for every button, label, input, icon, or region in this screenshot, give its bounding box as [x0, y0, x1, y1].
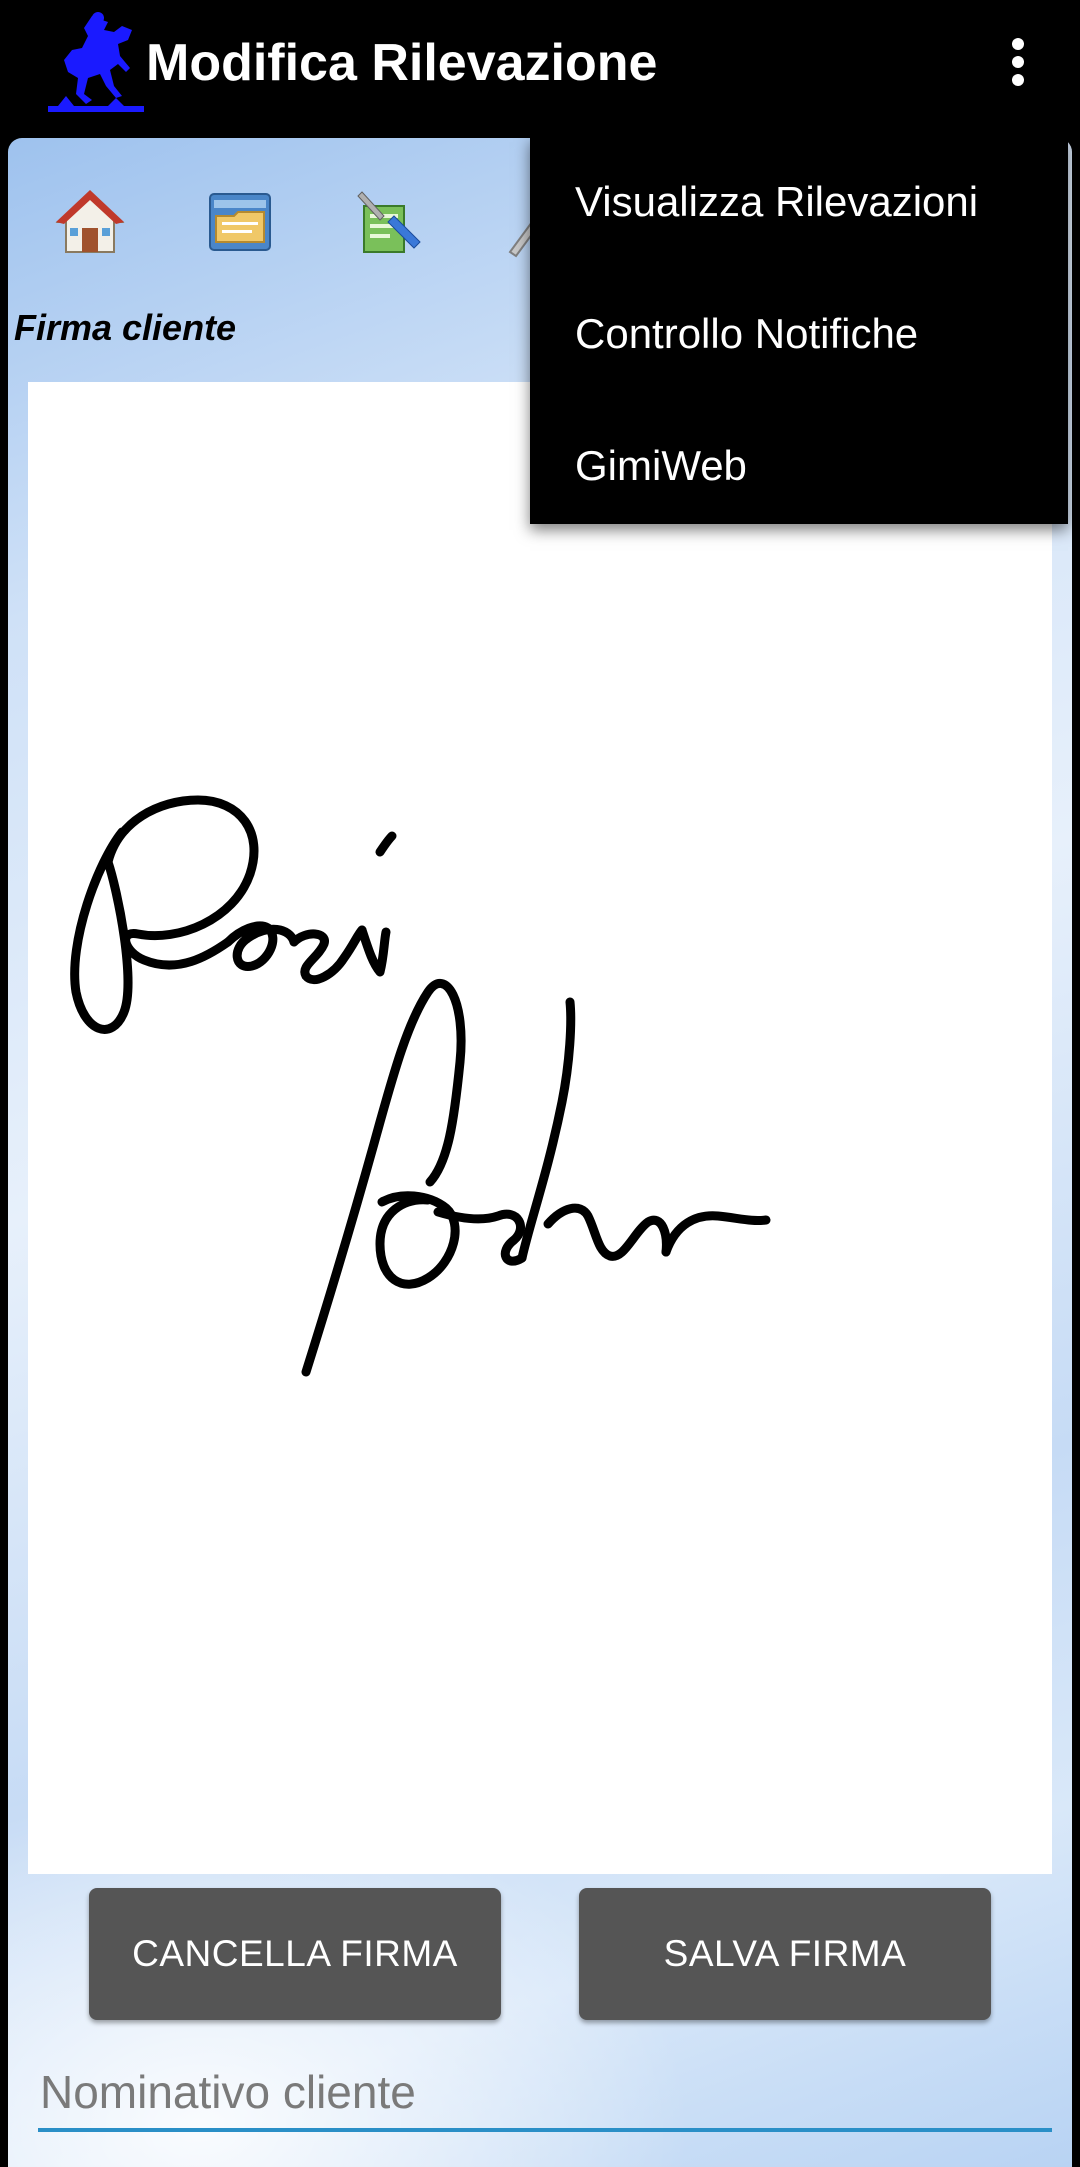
save-signature-button[interactable]: SALVA FIRMA [579, 1888, 991, 2020]
home-icon[interactable] [54, 186, 126, 258]
menu-item-controllo-notifiche[interactable]: Controllo Notifiche [530, 268, 1068, 400]
clear-signature-button[interactable]: CANCELLA FIRMA [89, 1888, 501, 2020]
signature-label: Firma cliente [14, 307, 237, 348]
archive-folder-icon[interactable] [204, 186, 276, 258]
edit-report-icon[interactable] [354, 186, 426, 258]
horse-rider-logo-icon [48, 12, 144, 112]
page-title: Modifica Rilevazione [146, 34, 658, 92]
menu-item-visualizza-rilevazioni[interactable]: Visualizza Rilevazioni [530, 136, 1068, 268]
overflow-menu-button[interactable] [986, 26, 1050, 98]
app-bar: Modifica Rilevazione [0, 0, 1080, 138]
signature-drawing [70, 795, 771, 1377]
menu-item-gimiweb[interactable]: GimiWeb [530, 400, 1068, 532]
signature-pad[interactable] [28, 382, 1052, 1874]
more-vert-icon [1012, 38, 1024, 86]
app-screen: Modifica Rilevazione Firma cliente CANCE… [0, 0, 1080, 2167]
overflow-popup-menu: Visualizza Rilevazioni Controllo Notific… [530, 136, 1068, 524]
customer-name-input[interactable] [38, 2056, 1052, 2132]
